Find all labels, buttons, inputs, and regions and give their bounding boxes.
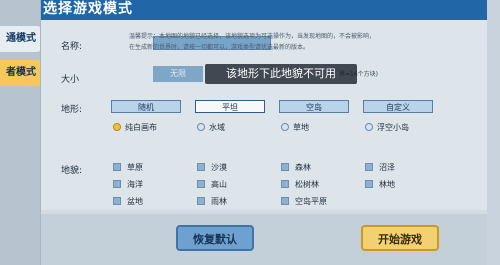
landform-checkbox[interactable]: 高山	[197, 180, 227, 190]
hint-line-2: 在生成新的世界时，请按一切都可以，游戏类型请优选最新的版本。	[129, 44, 310, 51]
landform-checkbox[interactable]: 松树林	[281, 180, 319, 190]
radio-icon	[365, 123, 373, 131]
landform-checkbox[interactable]: 雨林	[197, 197, 227, 207]
name-label: 名称:	[61, 42, 83, 52]
hint-text: 温馨提示：本地图的地貌已经选择，该地貌选项为可选操作为，当发现地图的，不会被影响…	[129, 31, 429, 53]
reset-defaults-button[interactable]: 恢复默认	[176, 225, 254, 251]
landform-checkbox[interactable]: 林地	[365, 180, 395, 190]
checkbox-icon	[281, 180, 289, 188]
mode-sidebar: 通模式 者模式	[0, 0, 44, 265]
size-label: 大小	[61, 75, 80, 85]
landform-checkbox[interactable]: 草原	[113, 163, 143, 173]
radio-icon	[281, 123, 289, 131]
terrain-random-button[interactable]: 随机	[111, 100, 181, 113]
checkbox-icon	[365, 180, 373, 188]
flat-type-grass[interactable]: 草地	[281, 122, 309, 134]
checkbox-icon	[197, 163, 205, 171]
terrain-custom-button[interactable]: 自定义	[363, 100, 433, 113]
unavailable-toast: 该地形下此地貌不可用	[205, 64, 357, 84]
hint-line-1: 温馨提示：本地图的地貌已经选择，该地貌选项为可选操作为，当发现地图的，不会被影响…	[129, 33, 376, 40]
landform-checkbox[interactable]: 森林	[281, 163, 311, 173]
checkbox-icon	[365, 163, 373, 171]
landform-checkbox[interactable]: 盆地	[113, 197, 143, 207]
checkbox-icon	[281, 197, 289, 205]
terrain-label: 地形:	[61, 105, 83, 115]
checkbox-icon	[113, 180, 121, 188]
flat-type-water[interactable]: 水域	[197, 122, 225, 134]
game-mode-dialog: 选择游戏模式 名称: 温馨提示：本地图的地貌已经选择，该地貌选项为可选操作为，当…	[40, 0, 487, 265]
terrain-sky-island-button[interactable]: 空岛	[279, 100, 349, 113]
landform-checkbox[interactable]: 空岛平原	[281, 197, 327, 207]
checkbox-icon	[113, 163, 121, 171]
sidebar-tab-normal-mode[interactable]: 通模式	[0, 26, 42, 52]
landform-checkbox[interactable]: 沼泽	[365, 163, 395, 173]
start-game-button[interactable]: 开始游戏	[361, 225, 439, 251]
checkbox-icon	[281, 163, 289, 171]
dialog-title: 选择游戏模式	[43, 1, 133, 17]
checkbox-icon	[113, 197, 121, 205]
flat-type-floating-island[interactable]: 浮空小岛	[365, 122, 409, 134]
landform-checkbox[interactable]: 沙漠	[197, 163, 227, 173]
terrain-flat-button[interactable]: 平坦	[195, 100, 265, 113]
radio-icon	[197, 123, 205, 131]
landform-checkbox[interactable]: 海洋	[113, 180, 143, 190]
size-selector[interactable]: 无限	[153, 66, 203, 82]
checkbox-icon	[197, 180, 205, 188]
dialog-titlebar: 选择游戏模式	[41, 0, 487, 20]
radio-selected-icon	[113, 123, 121, 131]
sidebar-tab-creator-mode[interactable]: 者模式	[0, 60, 42, 86]
flat-type-blank-canvas[interactable]: 纯白画布	[113, 122, 157, 134]
landform-label: 地貌:	[61, 166, 83, 176]
checkbox-icon	[197, 197, 205, 205]
